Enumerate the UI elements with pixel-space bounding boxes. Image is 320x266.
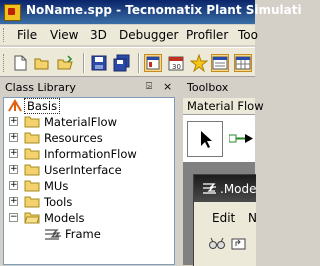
model-window-titlebar[interactable]: .Mode — [194, 175, 257, 202]
menu-debugger[interactable]: Debugger — [119, 28, 178, 42]
folder-icon — [24, 163, 40, 176]
folder-icon — [24, 179, 40, 192]
menu-3d[interactable]: 3D — [90, 28, 107, 42]
tree-item-models[interactable]: − Models — [4, 210, 174, 226]
main-toolbar: 30 — [0, 47, 255, 77]
toolbar-separator — [138, 53, 140, 73]
menu-grip[interactable] — [3, 28, 7, 42]
menu-navigate[interactable]: N — [248, 211, 257, 225]
console-toggle-icon[interactable] — [211, 54, 229, 72]
frame-icon — [43, 227, 61, 240]
toolbar-separator — [83, 53, 85, 73]
folder-icon — [24, 115, 40, 128]
folder-icon — [24, 131, 40, 144]
arrow-cursor-icon — [201, 131, 212, 148]
tree-item-mus[interactable]: + MUs — [4, 178, 174, 194]
glasses-icon[interactable] — [208, 235, 226, 251]
toolbox-header: Toolbox — [182, 79, 255, 95]
parent-folder-icon[interactable] — [230, 235, 248, 251]
open-folder-icon[interactable] — [33, 54, 51, 72]
tree-item-frame[interactable]: Frame — [4, 226, 174, 242]
open-icon[interactable] — [56, 54, 74, 72]
tree-item-materialflow[interactable]: + MaterialFlow — [4, 114, 174, 130]
toolbox-tab-strip: Material Flow — [183, 98, 264, 114]
menu-profiler[interactable]: Profiler — [186, 28, 228, 42]
menu-tools[interactable]: Too — [238, 28, 258, 42]
class-library-toggle-icon[interactable] — [144, 54, 162, 72]
new-file-icon[interactable] — [11, 54, 29, 72]
expand-icon[interactable]: + — [9, 149, 18, 158]
svg-text:30: 30 — [172, 63, 181, 71]
app-icon[interactable] — [4, 4, 21, 21]
save-all-icon[interactable] — [113, 54, 131, 72]
toolbox-body — [183, 114, 255, 163]
tree-item-informationflow[interactable]: + InformationFlow — [4, 146, 174, 162]
class-library-title: Class Library — [5, 81, 76, 94]
tree-item-tools[interactable]: + Tools — [4, 194, 174, 210]
tree-label: MaterialFlow — [44, 115, 117, 129]
menu-edit[interactable]: Edit — [212, 211, 235, 225]
collapse-icon[interactable]: − — [9, 213, 18, 222]
model-window-title: .Mode — [220, 182, 257, 196]
calendar-icon[interactable]: 30 — [167, 54, 185, 72]
grid-icon[interactable] — [234, 54, 252, 72]
open-folder-icon — [24, 211, 40, 224]
frame-icon — [202, 181, 218, 198]
menu-view[interactable]: View — [50, 28, 78, 42]
pin-icon[interactable]: ⍄ — [146, 81, 152, 92]
folder-icon — [24, 195, 40, 208]
toolbar-grip[interactable] — [3, 54, 7, 72]
tree-label: InformationFlow — [44, 147, 137, 161]
favorites-star-icon[interactable] — [190, 54, 208, 72]
library-root-icon — [7, 99, 23, 112]
expand-icon[interactable]: + — [9, 197, 18, 206]
expand-icon[interactable]: + — [9, 133, 18, 142]
expand-icon[interactable]: + — [9, 181, 18, 190]
tree-label: Basis — [23, 98, 61, 114]
close-icon[interactable]: × — [163, 80, 172, 93]
tree-label: UserInterface — [44, 163, 122, 177]
tree-label: Models — [44, 211, 85, 225]
folder-icon — [24, 147, 40, 160]
menu-bar: File View 3D Debugger Profiler Too — [0, 25, 258, 45]
save-icon[interactable] — [90, 54, 108, 72]
expand-icon[interactable]: + — [9, 165, 18, 174]
tree-label: Frame — [65, 227, 101, 241]
pointer-tool-button[interactable] — [187, 121, 223, 157]
tree-label: Resources — [44, 131, 103, 145]
menu-file[interactable]: File — [17, 28, 37, 42]
window-title: NoName.spp - Tecnomatix Plant Simulati — [26, 3, 302, 17]
title-bar: NoName.spp - Tecnomatix Plant Simulati — [0, 0, 302, 24]
class-library-header: Class Library ⍄ × — [0, 79, 178, 95]
connector-icon[interactable] — [228, 133, 255, 148]
tree-item-resources[interactable]: + Resources — [4, 130, 174, 146]
class-library-tree[interactable]: Basis + MaterialFlow + Resources + Infor… — [3, 97, 175, 265]
tab-material-flow[interactable]: Material Flow — [187, 99, 264, 113]
tree-label: MUs — [44, 179, 69, 193]
expand-icon[interactable]: + — [9, 117, 18, 126]
tree-label: Tools — [44, 195, 73, 209]
tree-item-basis[interactable]: Basis — [4, 98, 174, 114]
tree-item-userinterface[interactable]: + UserInterface — [4, 162, 174, 178]
toolbox-title: Toolbox — [187, 81, 229, 94]
model-window[interactable]: .Mode Edit N — [193, 174, 257, 266]
